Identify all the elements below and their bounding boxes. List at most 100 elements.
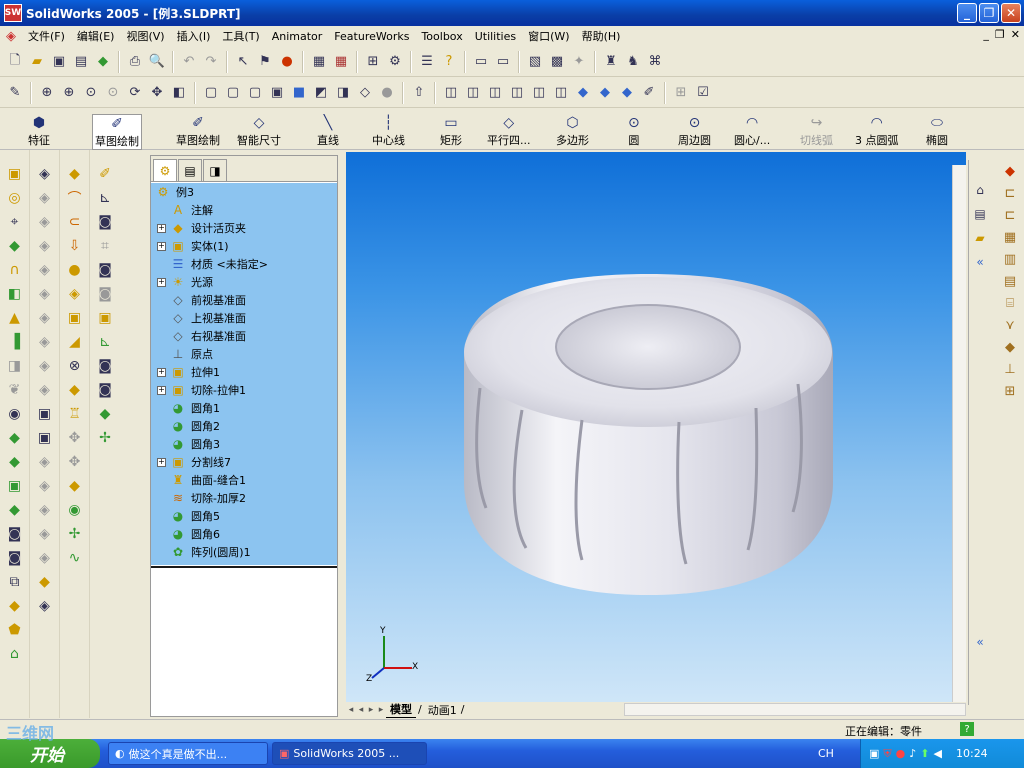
monitor-icon[interactable]: ▭ <box>471 52 491 72</box>
zoom-to-fit-icon[interactable]: ⊕ <box>37 83 57 103</box>
instant3d-icon[interactable]: ✥ <box>65 428 85 448</box>
expand-icon[interactable]: + <box>157 241 166 251</box>
extrude-icon[interactable]: ▣ <box>5 164 25 184</box>
cosmetic-thread-icon[interactable]: ⊞ <box>1000 381 1020 401</box>
tool-centerline[interactable]: ┆ 中心线 <box>372 114 405 148</box>
pattern-icon[interactable]: ◆ <box>5 452 25 472</box>
collapse-pane-icon[interactable]: « <box>970 252 990 272</box>
circular-pattern-sketch-icon[interactable]: ◆ <box>95 404 115 424</box>
menu-edit[interactable]: 编辑(E) <box>71 28 121 44</box>
shaded-with-edges-icon[interactable]: ▣ <box>267 83 287 103</box>
helix-icon[interactable]: ● <box>65 260 85 280</box>
tree-item[interactable]: A 注解 <box>157 201 213 219</box>
doc-minimize-button[interactable]: _ <box>983 28 989 41</box>
feature-tab[interactable]: ⬢ 特征 <box>28 114 50 148</box>
curve-icon[interactable]: ◆ <box>65 164 85 184</box>
spline-icon[interactable]: ∿ <box>65 548 85 568</box>
tab-animation1[interactable]: 动画1 <box>424 702 461 718</box>
realview-icon[interactable]: ● <box>377 83 397 103</box>
tree-item[interactable]: ◕ 圆角3 <box>157 435 220 453</box>
menu-file[interactable]: 文件(F) <box>22 28 71 44</box>
screen-capture-icon[interactable]: ▭ <box>493 52 513 72</box>
extend-entities-icon[interactable]: ◙ <box>95 284 115 304</box>
folder-icon[interactable]: ▰ <box>970 228 990 248</box>
mirror-icon[interactable]: ▣ <box>5 476 25 496</box>
menu-animator[interactable]: Animator <box>266 30 329 43</box>
tab-configuration-manager[interactable]: ◨ <box>203 159 227 181</box>
curve-through-points-icon[interactable]: ◈ <box>65 284 85 304</box>
dimension-tool-icon[interactable]: ⊾ <box>95 188 115 208</box>
restore-button[interactable]: ❐ <box>979 3 999 23</box>
block-icon[interactable]: ▥ <box>1000 249 1020 269</box>
tray-network-icon[interactable]: ▣ <box>869 747 879 760</box>
properties-icon[interactable]: ☰ <box>417 52 437 72</box>
expand-icon[interactable]: + <box>157 457 166 467</box>
grid-icon[interactable]: ⊞ <box>671 83 691 103</box>
ruled-surface-icon[interactable]: ◈ <box>35 596 55 616</box>
tree-item[interactable]: ◕ 圆角2 <box>157 417 220 435</box>
photoworks-icon[interactable]: ▧ <box>525 52 545 72</box>
tray-sound-icon[interactable]: ♪ <box>909 747 916 760</box>
solidworks-icon[interactable]: SW <box>4 4 22 22</box>
select-filter-icon[interactable]: ⚑ <box>255 52 275 72</box>
pan-icon[interactable]: ✥ <box>147 83 167 103</box>
menu-toolbox[interactable]: Toolbox <box>415 30 468 43</box>
tab-nav-prev-icon[interactable]: ◂ <box>356 705 366 715</box>
fillet-sketch-icon[interactable]: ⊾ <box>95 332 115 352</box>
menu-view[interactable]: 视图(V) <box>120 28 170 44</box>
datum-icon[interactable]: ⊏ <box>1000 205 1020 225</box>
expand-icon[interactable]: + <box>157 223 166 233</box>
tab-nav-next-icon[interactable]: ▸ <box>366 705 376 715</box>
help-status-icon[interactable]: ? <box>960 722 974 736</box>
hidden-lines-visible-icon[interactable]: ▢ <box>223 83 243 103</box>
zoom-selection-icon[interactable]: ⊙ <box>103 83 123 103</box>
loft-icon[interactable]: ◆ <box>5 236 25 256</box>
expand-icon[interactable]: + <box>157 385 166 395</box>
tool-tangent-arc[interactable]: ↪ 切线弧 <box>800 114 833 148</box>
library-icon[interactable]: ▦ <box>331 52 351 72</box>
assembly-icon[interactable]: ✦ <box>569 52 589 72</box>
split-line-icon[interactable]: ⌒ <box>65 188 85 208</box>
shell-icon[interactable]: ◨ <box>5 356 25 376</box>
tray-volume-icon[interactable]: ◀ <box>934 747 942 760</box>
tree-item[interactable]: + ◆ 设计活页夹 <box>157 219 246 237</box>
taskbar-item-solidworks[interactable]: ▣ SolidWorks 2005 ... <box>272 742 427 765</box>
menu-insert[interactable]: 插入(I) <box>171 28 217 44</box>
draft-icon[interactable]: ❦ <box>5 380 25 400</box>
isometric-view-icon[interactable]: ◆ <box>573 83 593 103</box>
minimize-button[interactable]: _ <box>957 3 977 23</box>
balloon-icon[interactable]: ⌸ <box>1000 293 1020 313</box>
3d-sketch-icon[interactable]: ✐ <box>95 164 115 184</box>
delete-body-icon[interactable]: ◉ <box>65 500 85 520</box>
filled-surface-icon[interactable]: ◈ <box>35 380 55 400</box>
shadows-icon[interactable]: ◩ <box>311 83 331 103</box>
tree-item[interactable]: ☰ 材质 <未指定> <box>157 255 268 273</box>
tree-item[interactable]: + ☀ 光源 <box>157 273 213 291</box>
surface-finish-icon[interactable]: ⋎ <box>1000 315 1020 335</box>
tree-item[interactable]: + ▣ 实体(1) <box>157 237 229 255</box>
help-icon[interactable]: ? <box>439 52 459 72</box>
menu-tools[interactable]: 工具(T) <box>216 28 265 44</box>
view-orientation-icon[interactable]: ◧ <box>169 83 189 103</box>
home-icon[interactable]: ⌂ <box>970 180 990 200</box>
tool-smart-dimension[interactable]: ◇ 智能尺寸 <box>237 114 281 148</box>
surface-revolve-icon[interactable]: ◈ <box>35 188 55 208</box>
move-copy-icon[interactable]: ◆ <box>65 476 85 496</box>
radiate-surface-icon[interactable]: ◈ <box>35 308 55 328</box>
doc-restore-button[interactable]: ❐ <box>995 28 1005 41</box>
tab-property-manager[interactable]: ▤ <box>178 159 202 181</box>
reference-geometry-icon[interactable]: ✥ <box>65 452 85 472</box>
dimetric-view-icon[interactable]: ◆ <box>617 83 637 103</box>
print-preview-icon[interactable]: ▤ <box>71 52 91 72</box>
flex-icon[interactable]: ◙ <box>5 548 25 568</box>
tab-feature-manager[interactable]: ⚙ <box>153 159 177 181</box>
tool-perimeter-circle[interactable]: ⊙ 周边圆 <box>678 114 711 148</box>
knit-surface-icon[interactable]: ◈ <box>35 332 55 352</box>
toolbox-icon[interactable]: ⚙ <box>385 52 405 72</box>
animator-icon[interactable]: ▩ <box>547 52 567 72</box>
tab-model[interactable]: 模型 <box>386 701 416 718</box>
normal-to-icon[interactable]: ✐ <box>639 83 659 103</box>
surface-loft-icon[interactable]: ◈ <box>35 236 55 256</box>
tool-sketch[interactable]: ✐ 草图绘制 <box>176 114 220 148</box>
table-icon[interactable]: ▤ <box>1000 271 1020 291</box>
